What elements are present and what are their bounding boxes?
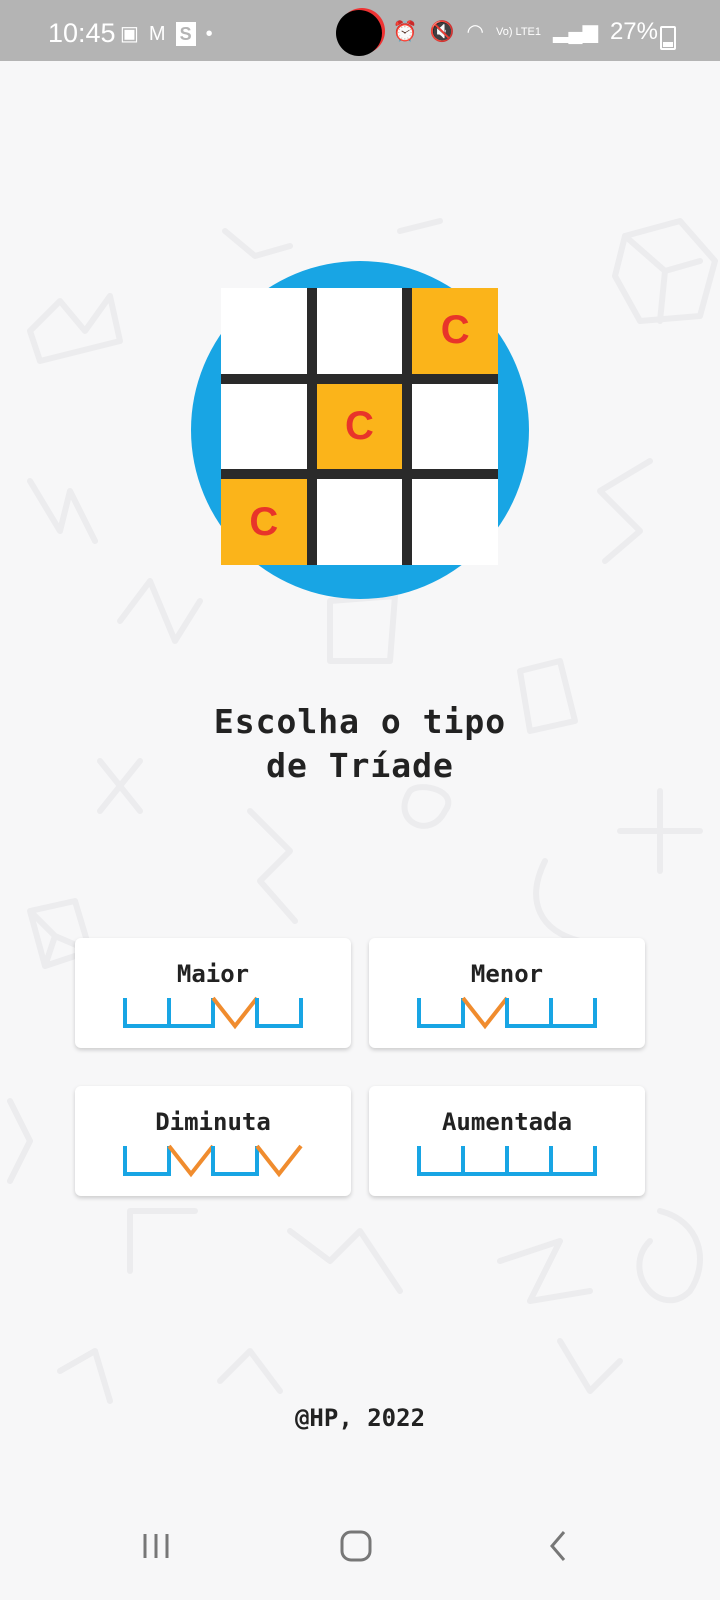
camera-cutout — [336, 10, 382, 56]
back-button[interactable] — [534, 1522, 582, 1570]
option-card-menor[interactable]: Menor — [369, 938, 645, 1048]
logo-cell — [412, 479, 498, 565]
logo-cell — [221, 288, 307, 374]
option-card-aumentada[interactable]: Aumentada — [369, 1086, 645, 1196]
interval-pattern-svg — [123, 996, 303, 1030]
interval-u-mark — [255, 998, 303, 1028]
interval-u-mark — [505, 998, 553, 1028]
gallery-icon: ▣ — [120, 23, 139, 45]
option-label: Diminuta — [155, 1108, 271, 1136]
interval-pattern-svg — [123, 1144, 303, 1178]
logo-cell — [412, 383, 498, 470]
interval-pattern-icon — [75, 1144, 351, 1178]
interval-v-mark — [211, 996, 259, 1030]
option-card-diminuta[interactable]: Diminuta — [75, 1086, 351, 1196]
notification-icons: ▣ M S • — [120, 22, 213, 46]
app-logo: C C C — [191, 261, 529, 599]
logo-cell: C — [221, 479, 307, 565]
title-line-1: Escolha o tipo — [213, 702, 507, 741]
logo-cell: C — [412, 288, 498, 374]
interval-v-mark — [461, 996, 509, 1030]
logo-cell — [316, 288, 403, 374]
logo-grid: C C C — [221, 288, 498, 565]
interval-u-mark — [417, 998, 465, 1028]
mute-icon: 🔇 — [429, 21, 455, 43]
interval-u-mark — [549, 1146, 597, 1176]
battery-percent: 27% — [609, 18, 658, 45]
app-s-icon: S — [175, 22, 196, 46]
interval-u-mark — [123, 998, 171, 1028]
logo-cell — [316, 479, 403, 565]
interval-u-mark — [167, 998, 215, 1028]
interval-v-mark — [255, 1144, 303, 1178]
logo-cell: C — [316, 383, 403, 470]
recent-apps-icon — [143, 1534, 169, 1558]
volte-icon: Vo) LTE1 — [495, 26, 542, 38]
interval-u-mark — [549, 998, 597, 1028]
back-icon — [550, 1531, 566, 1561]
interval-v-mark — [167, 1144, 215, 1178]
interval-pattern-icon — [369, 1144, 645, 1178]
page-title: Escolha o tipo de Tríade — [0, 700, 720, 788]
interval-u-mark — [123, 1146, 171, 1176]
battery-icon — [660, 26, 676, 50]
interval-u-mark — [417, 1146, 465, 1176]
interval-pattern-icon — [75, 996, 351, 1030]
gmail-icon: M — [148, 23, 166, 45]
interval-pattern-svg — [417, 1146, 597, 1176]
interval-u-mark — [505, 1146, 553, 1176]
home-icon — [340, 1530, 372, 1562]
footer-credit: @HP, 2022 — [294, 1404, 426, 1432]
alarm-icon: ⏰ — [392, 21, 418, 43]
option-label: Maior — [176, 960, 250, 988]
status-bar: 10:45 ▣ M S • ⏰ 🔇 ◠ Vo) LTE1 ▂▄▆ 27% — [0, 0, 720, 61]
interval-u-mark — [461, 1146, 509, 1176]
wifi-icon: ◠ — [466, 21, 484, 43]
home-button[interactable] — [332, 1522, 380, 1570]
interval-u-mark — [211, 1146, 259, 1176]
more-dot-icon: • — [205, 23, 213, 45]
navigation-bar — [0, 1488, 720, 1600]
option-label: Aumentada — [441, 1108, 573, 1136]
signal-icon: ▂▄▆ — [553, 21, 598, 43]
option-card-maior[interactable]: Maior — [75, 938, 351, 1048]
system-status-icons: ⏰ 🔇 ◠ Vo) LTE1 ▂▄▆ 27% — [393, 18, 658, 46]
interval-pattern-icon — [369, 996, 645, 1030]
recent-apps-button[interactable] — [132, 1522, 180, 1570]
title-line-2: de Tríade — [266, 746, 454, 785]
interval-pattern-svg — [417, 996, 597, 1030]
logo-cell — [221, 383, 307, 470]
status-time: 10:45 — [48, 18, 116, 48]
option-label: Menor — [470, 960, 544, 988]
